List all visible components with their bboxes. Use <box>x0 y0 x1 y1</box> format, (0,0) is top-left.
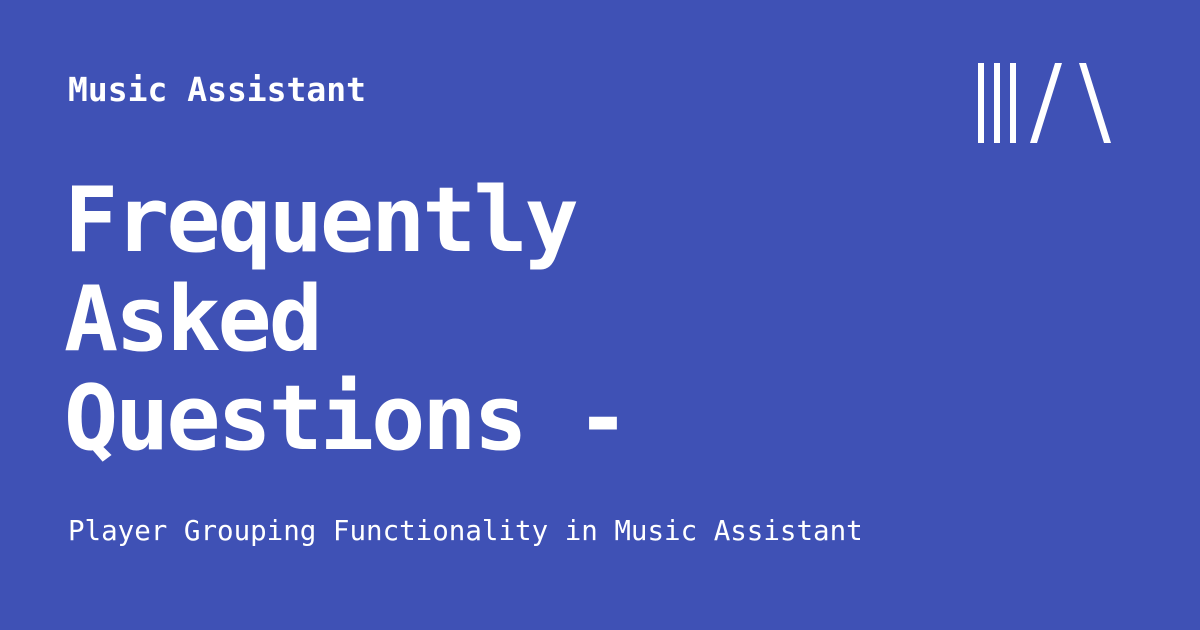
page-title: Frequently Asked Questions - <box>64 168 630 471</box>
page-subtitle: Player Grouping Functionality in Music A… <box>68 515 863 547</box>
music-assistant-logo-icon <box>978 63 1111 143</box>
social-card: { "brand": { "name": "Music Assistant", … <box>0 0 1200 630</box>
title-line: Frequently <box>64 168 579 273</box>
title-line: Asked <box>64 267 323 372</box>
brand-name: Music Assistant <box>68 70 367 109</box>
title-line: Questions - <box>64 366 630 471</box>
